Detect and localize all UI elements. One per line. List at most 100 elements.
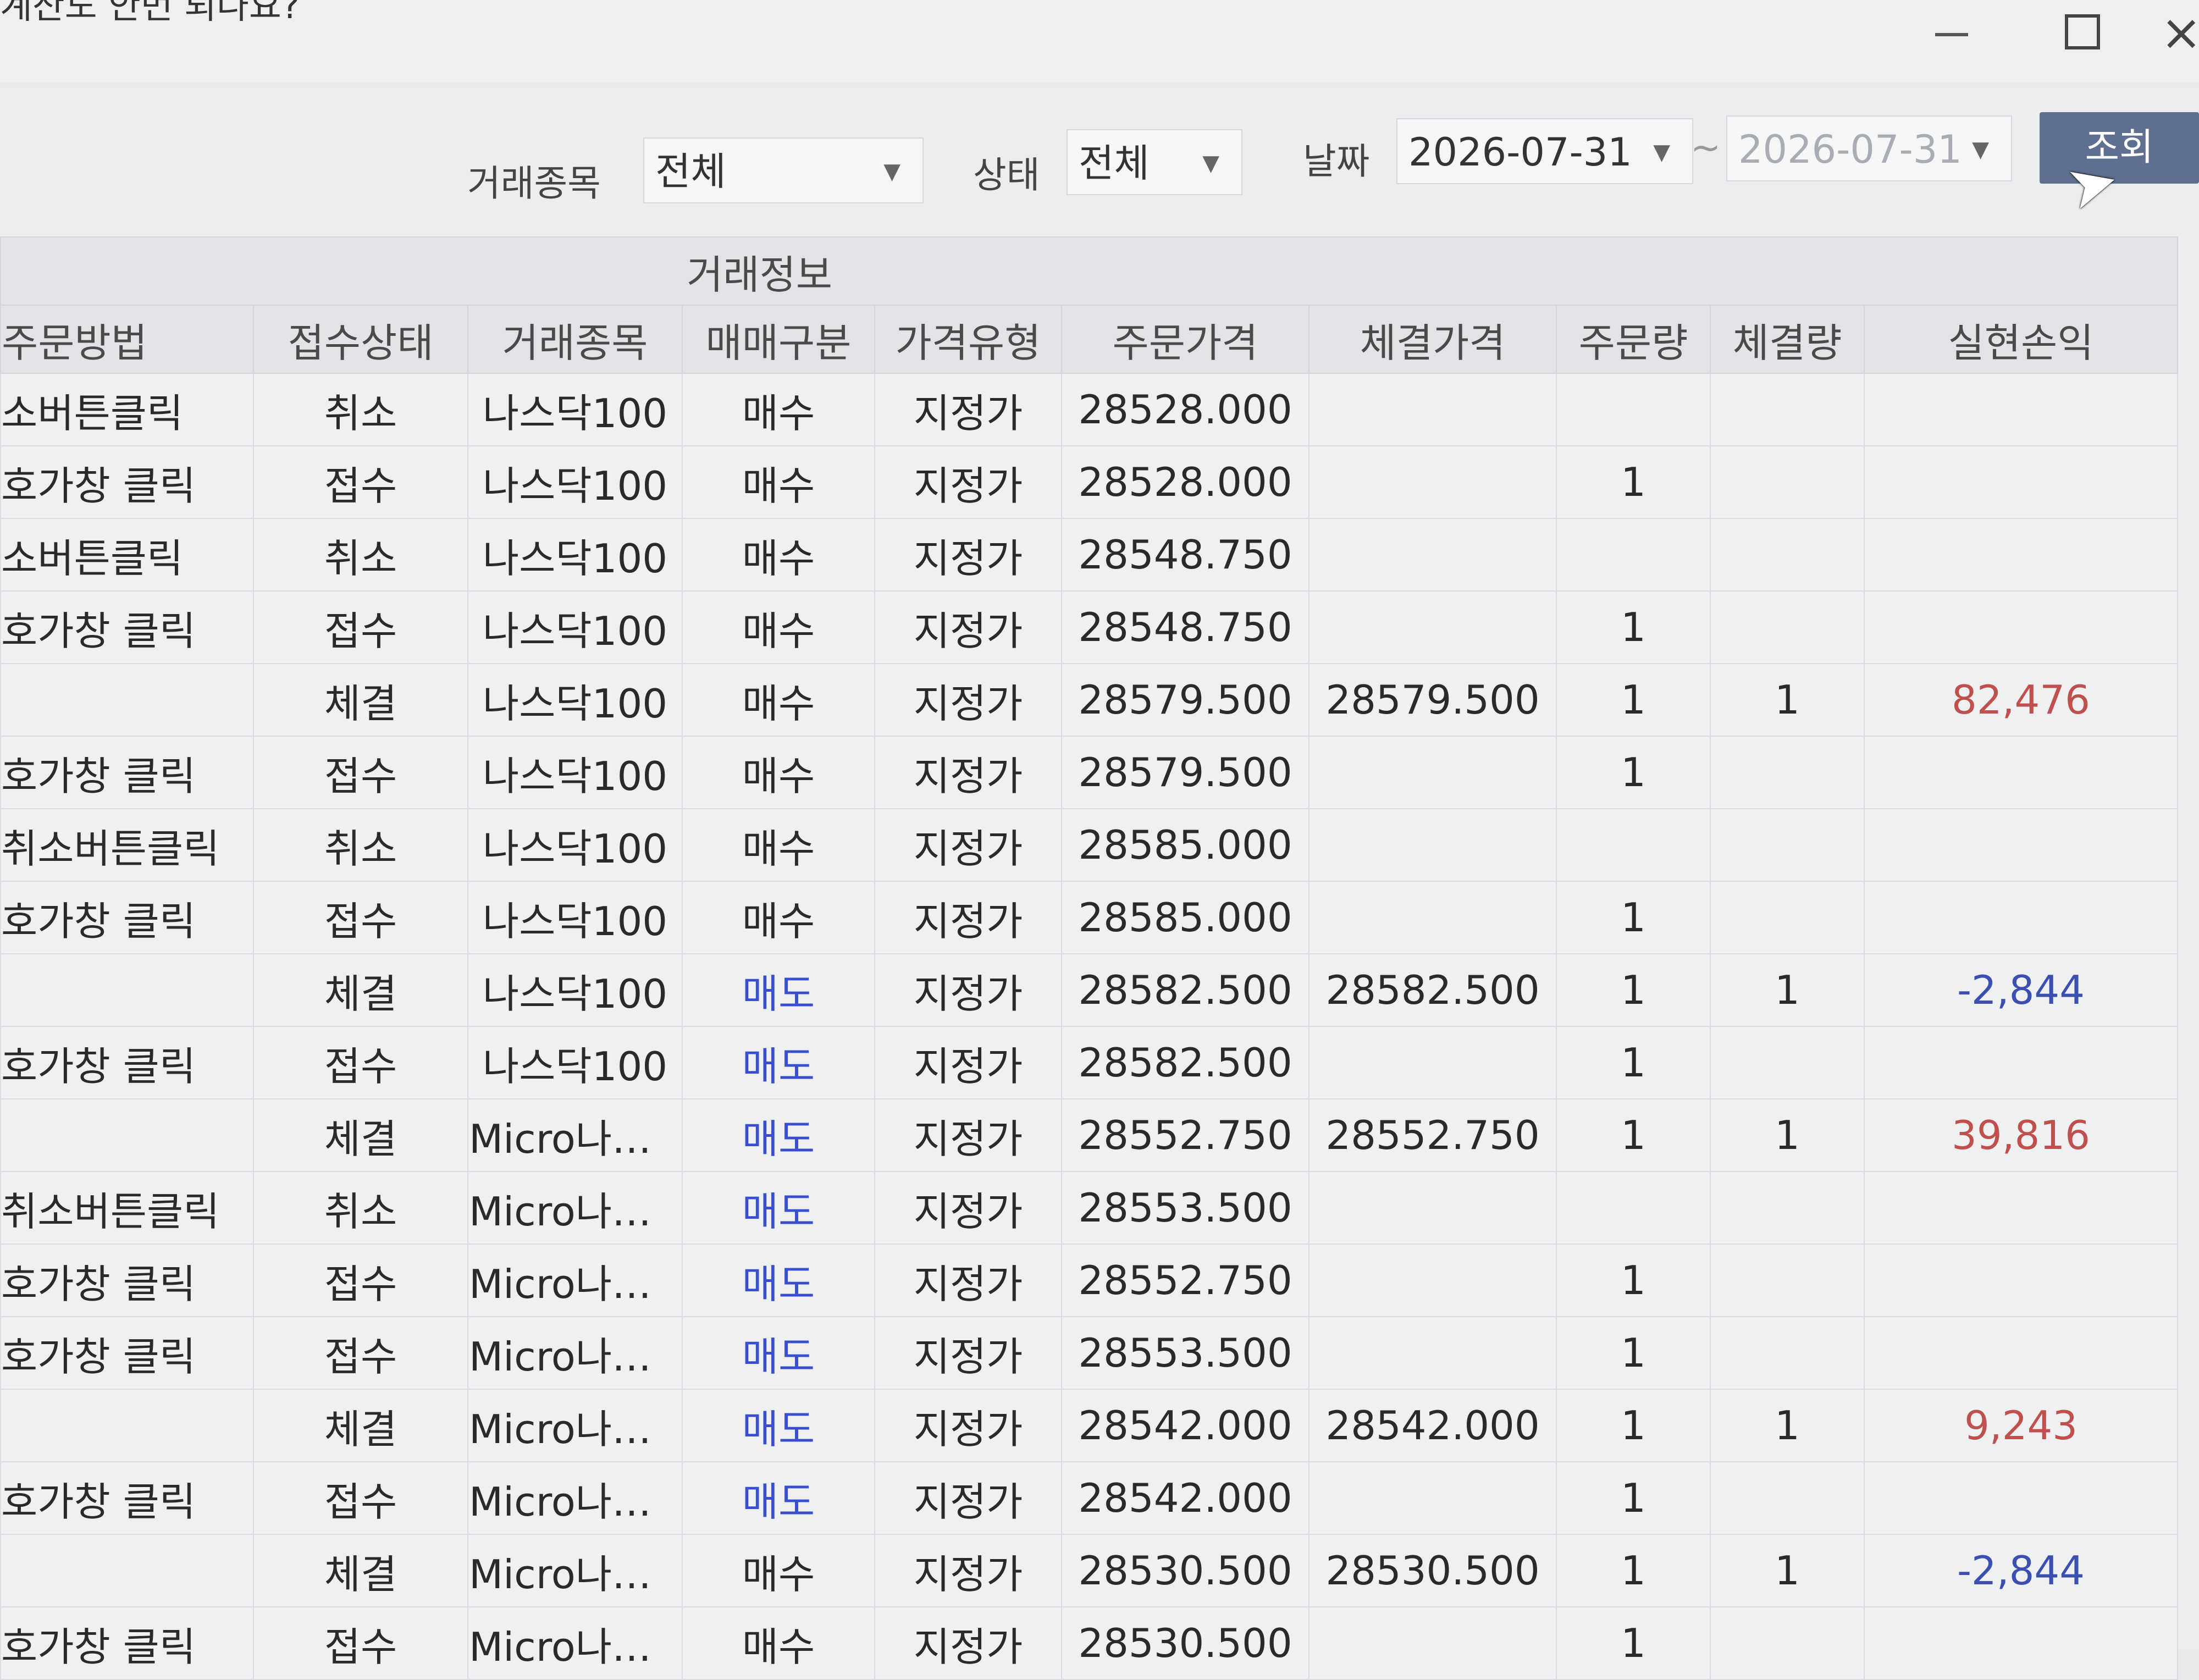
column-header[interactable]: 가격유형 xyxy=(874,305,1062,374)
item-filter-label: 거래종목 xyxy=(467,162,601,205)
order-status-cell: 접수 xyxy=(253,1606,468,1680)
item-cell: Micro나스... xyxy=(467,1244,683,1317)
fill-price-cell: 28552.750 xyxy=(1308,1098,1557,1172)
chevron-down-icon: ▼ xyxy=(1972,137,1989,162)
table-row[interactable]: 소버튼클릭 취소 나스닥100 매수 지정가 28528.000 xyxy=(0,373,2178,446)
fill-qty-cell xyxy=(1710,1606,1865,1680)
table-row[interactable]: 호가창 클릭 접수 나스닥100 매도 지정가 28582.500 1 xyxy=(0,1026,2178,1099)
order-price-cell: 28585.000 xyxy=(1061,881,1310,954)
table-row[interactable]: 소버튼클릭 취소 나스닥100 매수 지정가 28548.750 xyxy=(0,518,2178,592)
fill-qty-cell: 1 xyxy=(1710,953,1865,1027)
price-type-cell: 지정가 xyxy=(874,445,1062,519)
table-row[interactable]: 체결 Micro나스... 매수 지정가 28530.500 28530.500 1 1 -2,… xyxy=(0,1534,2178,1607)
table-row[interactable]: 체결 나스닥100 매수 지정가 28579.500 28579.500 1 1 82,476 xyxy=(0,663,2178,737)
order-price-cell: 28542.000 xyxy=(1061,1461,1310,1535)
order-price-cell: 28579.500 xyxy=(1061,736,1310,809)
realized-pnl-cell xyxy=(1864,1244,2178,1317)
table-row[interactable]: 호가창 클릭 접수 Micro나스... 매도 지정가 28552.750 1 xyxy=(0,1244,2178,1317)
table-row[interactable]: 호가창 클릭 접수 나스닥100 매수 지정가 28548.750 1 xyxy=(0,590,2178,664)
side-cell: 매수 xyxy=(682,1534,875,1607)
date-to-input[interactable]: 2026-07-31 ▼ xyxy=(1726,115,2012,181)
order-price-cell: 28548.750 xyxy=(1061,518,1310,592)
order-qty-cell: 1 xyxy=(1556,953,1711,1027)
order-method-cell: 호가창 클릭 xyxy=(0,1244,254,1317)
fill-price-cell: 28530.500 xyxy=(1308,1534,1557,1607)
column-header[interactable]: 매매구분 xyxy=(682,305,875,374)
fill-qty-cell xyxy=(1710,1171,1865,1245)
minimize-icon[interactable] xyxy=(1924,5,1979,60)
price-type-cell: 지정가 xyxy=(874,1171,1062,1245)
realized-pnl-cell xyxy=(1864,445,2178,519)
side-cell: 매도 xyxy=(682,1389,875,1462)
fill-qty-cell xyxy=(1710,1244,1865,1317)
column-header[interactable]: 주문가격 xyxy=(1061,305,1310,374)
trade-table: 거래정보 주문방법 접수상태 거래종목 매매구분 가격유형 주문가격 체결가격 주문량 체결량 실… xyxy=(0,236,2178,1680)
side-cell: 매수 xyxy=(682,881,875,954)
fill-qty-cell xyxy=(1710,1316,1865,1390)
column-header[interactable]: 접수상태 xyxy=(253,305,468,374)
order-status-cell: 체결 xyxy=(253,953,468,1027)
table-row[interactable]: 호가창 클릭 접수 나스닥100 매수 지정가 28528.000 1 xyxy=(0,445,2178,519)
price-type-cell: 지정가 xyxy=(874,663,1062,737)
table-row[interactable]: 취소버튼클릭 취소 Micro나스... 매도 지정가 28553.500 xyxy=(0,1171,2178,1245)
side-cell: 매수 xyxy=(682,736,875,809)
price-type-cell: 지정가 xyxy=(874,590,1062,664)
price-type-cell: 지정가 xyxy=(874,1461,1062,1535)
order-method-cell xyxy=(0,953,254,1027)
order-qty-cell: 1 xyxy=(1556,663,1711,737)
order-qty-cell: 1 xyxy=(1556,1098,1711,1172)
table-row[interactable]: 호가창 클릭 접수 Micro나스... 매도 지정가 28542.000 1 xyxy=(0,1461,2178,1535)
grid-body: 소버튼클릭 취소 나스닥100 매수 지정가 28528.000 호가창 클릭 접수 나스닥10… xyxy=(0,373,2178,1680)
order-price-cell: 28530.500 xyxy=(1061,1534,1310,1607)
column-header[interactable]: 주문방법 xyxy=(0,305,254,374)
price-type-cell: 지정가 xyxy=(874,736,1062,809)
order-status-cell: 취소 xyxy=(253,808,468,882)
side-cell: 매도 xyxy=(682,1316,875,1390)
table-row[interactable]: 체결 Micro나스... 매도 지정가 28542.000 28542.000 1 1 9,2… xyxy=(0,1389,2178,1462)
order-price-cell: 28582.500 xyxy=(1061,1026,1310,1099)
chevron-down-icon: ▼ xyxy=(883,159,900,184)
order-qty-cell xyxy=(1556,373,1711,446)
realized-pnl-cell xyxy=(1864,373,2178,446)
table-row[interactable]: 호가창 클릭 접수 나스닥100 매수 지정가 28585.000 1 xyxy=(0,881,2178,954)
table-row[interactable]: 호가창 클릭 접수 Micro나스... 매수 지정가 28530.500 1 xyxy=(0,1606,2178,1680)
price-type-cell: 지정가 xyxy=(874,1606,1062,1680)
side-cell: 매수 xyxy=(682,808,875,882)
maximize-icon[interactable] xyxy=(2056,5,2111,60)
order-status-cell: 접수 xyxy=(253,590,468,664)
fill-price-cell xyxy=(1308,1316,1557,1390)
fill-qty-cell xyxy=(1710,518,1865,592)
table-row[interactable]: 호가창 클릭 접수 Micro나스... 매도 지정가 28553.500 1 xyxy=(0,1316,2178,1390)
column-header-row: 주문방법 접수상태 거래종목 매매구분 가격유형 주문가격 체결가격 주문량 체결량 실현손익 xyxy=(0,305,2178,374)
column-header[interactable]: 체결량 xyxy=(1710,305,1865,374)
price-type-cell: 지정가 xyxy=(874,1026,1062,1099)
close-icon[interactable]: × xyxy=(2161,5,2199,60)
order-method-cell: 호가창 클릭 xyxy=(0,881,254,954)
fill-qty-cell xyxy=(1710,736,1865,809)
group-header: 거래정보 xyxy=(0,236,2178,306)
column-header[interactable]: 체결가격 xyxy=(1308,305,1557,374)
table-row[interactable]: 체결 나스닥100 매도 지정가 28582.500 28582.500 1 1 -2,844 xyxy=(0,953,2178,1027)
price-type-cell: 지정가 xyxy=(874,808,1062,882)
price-type-cell: 지정가 xyxy=(874,881,1062,954)
fill-qty-cell: 1 xyxy=(1710,1534,1865,1607)
item-filter-select[interactable]: 전체 ▼ xyxy=(643,137,924,203)
order-qty-cell: 1 xyxy=(1556,1534,1711,1607)
side-cell: 매수 xyxy=(682,663,875,737)
table-row[interactable]: 호가창 클릭 접수 나스닥100 매수 지정가 28579.500 1 xyxy=(0,736,2178,809)
fill-qty-cell xyxy=(1710,1461,1865,1535)
fill-price-cell xyxy=(1308,1026,1557,1099)
fill-price-cell xyxy=(1308,590,1557,664)
column-header[interactable]: 주문량 xyxy=(1556,305,1711,374)
item-cell: Micro나스... xyxy=(467,1316,683,1390)
item-cell: 나스닥100 xyxy=(467,736,683,809)
date-from-input[interactable]: 2026-07-31 ▼ xyxy=(1396,118,1693,184)
item-filter-value: 전체 xyxy=(655,149,726,194)
table-row[interactable]: 체결 Micro나스... 매도 지정가 28552.750 28552.750 1 1 39,… xyxy=(0,1098,2178,1172)
status-filter-select[interactable]: 전체 ▼ xyxy=(1067,129,1242,195)
column-header[interactable]: 실현손익 xyxy=(1864,305,2178,374)
table-row[interactable]: 취소버튼클릭 취소 나스닥100 매수 지정가 28585.000 xyxy=(0,808,2178,882)
fill-price-cell xyxy=(1308,518,1557,592)
column-header[interactable]: 거래종목 xyxy=(467,305,683,374)
order-method-cell: 호가창 클릭 xyxy=(0,445,254,519)
